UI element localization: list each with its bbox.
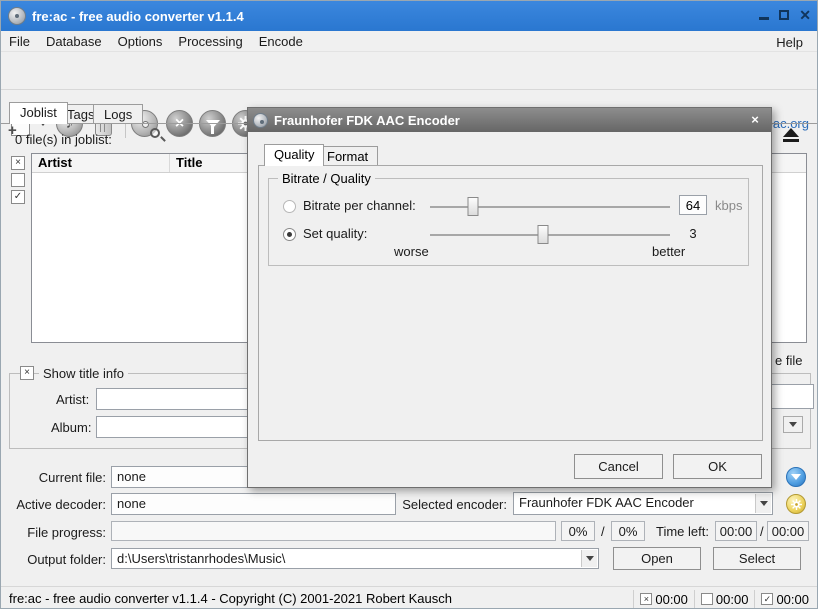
toolbar: + ♪ ♪ × × www.freac.org: [1, 53, 818, 90]
active-decoder-value: none: [111, 493, 396, 515]
time-left-total: 00:00: [767, 521, 809, 541]
column-header-artist[interactable]: Artist: [32, 154, 170, 172]
album-label: Album:: [51, 420, 91, 435]
timer-value: 00:00: [716, 592, 749, 607]
show-title-info-label: Show title info: [39, 366, 128, 381]
output-folder-value: d:\Users\tristanrhodes\Music\: [117, 551, 285, 566]
output-folder-label: Output folder:: [1, 552, 106, 567]
signal-processing-icon[interactable]: [786, 467, 806, 487]
timer-value: 00:00: [776, 592, 809, 607]
menu-bar: File Database Options Processing Encode …: [1, 31, 818, 52]
file-progress-label: File progress:: [1, 525, 106, 540]
scale-better-label: better: [652, 244, 685, 259]
file-progress-percent: 0%: [561, 521, 595, 541]
selected-encoder-combobox[interactable]: Fraunhofer FDK AAC Encoder: [513, 492, 773, 515]
quality-radio[interactable]: [283, 228, 296, 241]
menu-help[interactable]: Help: [768, 33, 811, 52]
chevron-down-icon: [789, 422, 797, 427]
title-info-right-field-fragment[interactable]: [769, 384, 814, 409]
freac-app-icon: [253, 113, 268, 128]
funnel-glyph: [791, 474, 801, 480]
freac-main-window: fre:ac - free audio converter v1.1.4 ✕ F…: [0, 0, 818, 609]
statusbar-text: fre:ac - free audio converter v1.1.4 - C…: [9, 591, 452, 606]
bitrate-label: Bitrate per channel:: [303, 198, 416, 213]
output-folder-combobox[interactable]: d:\Users\tristanrhodes\Music\: [111, 548, 599, 569]
maximize-icon[interactable]: [779, 10, 789, 20]
total-progress-percent: 0%: [611, 521, 645, 541]
timer-unchecked-tracks: 00:00: [694, 590, 755, 608]
select-none-button[interactable]: [11, 173, 25, 187]
dialog-tab-quality[interactable]: Quality: [264, 144, 324, 166]
x-checkbox-icon: ×: [640, 593, 652, 605]
encoder-config-dialog: Fraunhofer FDK AAC Encoder × Quality For…: [247, 107, 772, 488]
timer-value: 00:00: [655, 592, 688, 607]
menu-encode[interactable]: Encode: [251, 32, 311, 51]
magnifier-glyph: [150, 128, 160, 138]
quality-slider[interactable]: [430, 234, 670, 236]
percent-separator: /: [601, 524, 605, 539]
title-info-right-label-fragment: e file: [775, 353, 802, 368]
freac-app-icon: [8, 7, 26, 25]
minimize-icon[interactable]: [759, 17, 769, 20]
dialog-titlebar[interactable]: Fraunhofer FDK AAC Encoder ×: [248, 108, 771, 132]
current-file-label: Current file:: [1, 470, 106, 485]
bitrate-slider[interactable]: [430, 206, 670, 208]
time-left-file: 00:00: [715, 521, 757, 541]
bitrate-slider-thumb[interactable]: [468, 197, 479, 216]
encoder-settings-gear-icon[interactable]: [786, 494, 806, 514]
dialog-title: Fraunhofer FDK AAC Encoder: [274, 113, 460, 128]
bitrate-unit-label: kbps: [715, 198, 742, 213]
joblist-count-label: 0 file(s) in joblist:: [15, 132, 112, 147]
active-decoder-label: Active decoder:: [1, 497, 106, 512]
empty-checkbox-icon: [701, 593, 713, 605]
select-button[interactable]: Select: [713, 547, 801, 570]
open-button[interactable]: Open: [613, 547, 701, 570]
menu-file[interactable]: File: [1, 32, 38, 51]
statusbar-timers: × 00:00 00:00 ✓ 00:00: [633, 590, 815, 608]
quality-value: 3: [679, 226, 707, 241]
title-info-right-dropdown-fragment[interactable]: [783, 416, 803, 433]
quality-slider-thumb[interactable]: [537, 225, 548, 244]
file-progress-bar: [111, 521, 556, 541]
show-title-info-checkbox[interactable]: ×: [20, 366, 34, 380]
selected-encoder-value: Fraunhofer FDK AAC Encoder: [519, 495, 694, 510]
artist-label: Artist:: [56, 392, 89, 407]
tab-logs[interactable]: Logs: [93, 104, 143, 124]
toggle-selection-button[interactable]: ✓: [11, 190, 25, 204]
menu-processing[interactable]: Processing: [170, 32, 250, 51]
eject-icon[interactable]: [776, 125, 806, 145]
dialog-close-icon[interactable]: ×: [747, 112, 763, 128]
dialog-tab-format[interactable]: Format: [317, 146, 378, 166]
close-icon[interactable]: ✕: [799, 10, 811, 20]
status-bar: fre:ac - free audio converter v1.1.4 - C…: [1, 586, 818, 609]
window-title: fre:ac - free audio converter v1.1.4: [32, 9, 244, 24]
time-left-label: Time left:: [656, 524, 709, 539]
menu-database[interactable]: Database: [38, 32, 110, 51]
select-all-button[interactable]: ×: [11, 156, 25, 170]
timer-checked-tracks: ✓ 00:00: [754, 590, 815, 608]
gear-glyph: [791, 499, 802, 510]
scale-worse-label: worse: [394, 244, 429, 259]
menu-options[interactable]: Options: [110, 32, 171, 51]
encoder-dropdown-icon[interactable]: [755, 494, 771, 513]
timer-all-tracks: × 00:00: [633, 590, 694, 608]
window-titlebar[interactable]: fre:ac - free audio converter v1.1.4 ✕: [1, 1, 818, 31]
ok-button[interactable]: OK: [673, 454, 762, 479]
time-separator: /: [760, 524, 764, 539]
cancel-button[interactable]: Cancel: [574, 454, 663, 479]
bitrate-radio[interactable]: [283, 200, 296, 213]
check-checkbox-icon: ✓: [761, 593, 773, 605]
selected-encoder-label: Selected encoder:: [401, 497, 507, 512]
quality-label: Set quality:: [303, 226, 367, 241]
bitrate-quality-group-label: Bitrate / Quality: [278, 171, 375, 186]
tab-joblist[interactable]: Joblist: [9, 102, 68, 124]
bitrate-value-field[interactable]: 64: [679, 195, 707, 215]
output-folder-dropdown-icon[interactable]: [581, 550, 597, 567]
